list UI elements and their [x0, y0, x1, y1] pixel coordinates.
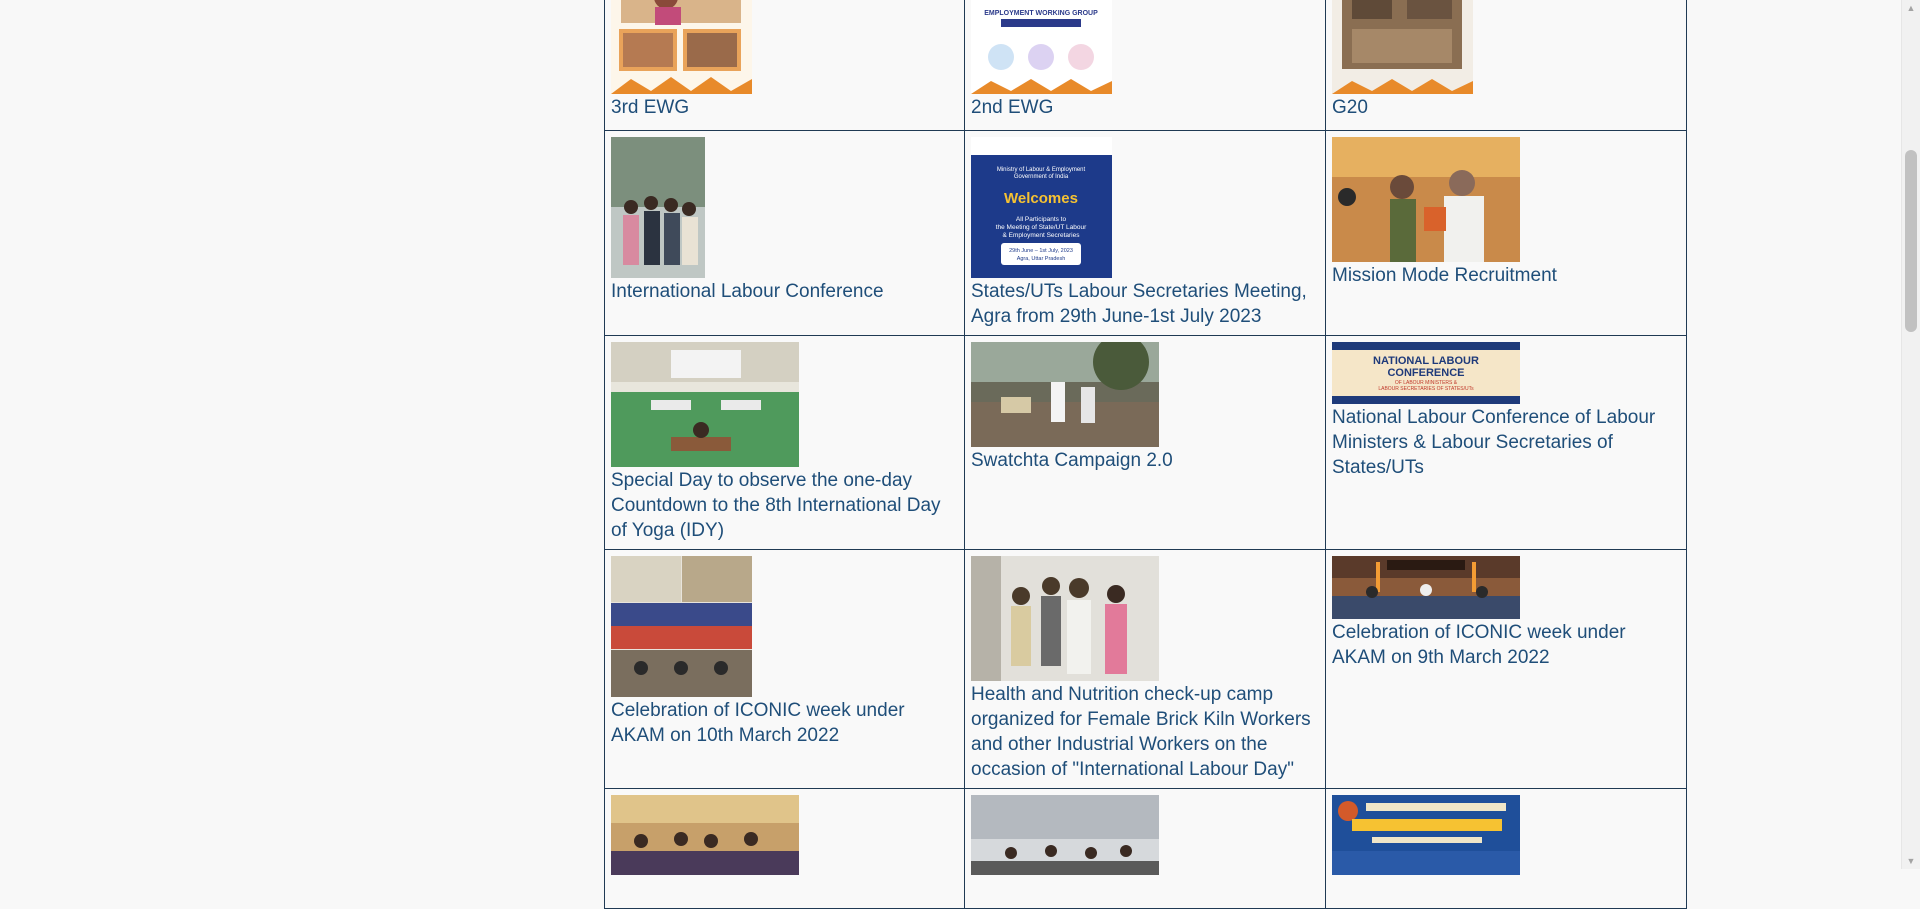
- gallery-cell: [1325, 788, 1687, 909]
- scroll-down-arrow-icon[interactable]: ▼: [1902, 853, 1920, 869]
- gallery-caption[interactable]: National Labour Conference of Labour Min…: [1332, 405, 1680, 480]
- gallery-caption[interactable]: G20: [1332, 95, 1680, 120]
- gallery-cell: [604, 788, 965, 909]
- photo-thumbnail[interactable]: [1332, 0, 1473, 94]
- gallery-cell: NATIONAL LABOUR CONFERENCE OF LABOUR MIN…: [1325, 335, 1687, 550]
- gallery-item-row5-col3[interactable]: [1332, 795, 1680, 875]
- poster-text: Ministry of Labour & Employment: [997, 167, 1086, 173]
- photo-thumbnail[interactable]: [611, 795, 799, 875]
- gallery-item-national-labour-conference[interactable]: NATIONAL LABOUR CONFERENCE OF LABOUR MIN…: [1332, 342, 1680, 480]
- banner-text: NATIONAL LABOUR: [1373, 355, 1479, 367]
- photo-thumbnail[interactable]: [971, 556, 1159, 681]
- gallery-caption[interactable]: Swatchta Campaign 2.0: [971, 448, 1319, 473]
- gallery-cell: Swatchta Campaign 2.0: [964, 335, 1326, 550]
- scroll-up-arrow-icon[interactable]: ▲: [1902, 0, 1920, 16]
- gallery-row: International Labour Conference Ministry…: [604, 130, 1687, 336]
- gallery-caption[interactable]: 3rd EWG: [611, 95, 958, 120]
- vertical-scrollbar[interactable]: ▲ ▼: [1901, 0, 1920, 869]
- gallery-caption[interactable]: Celebration of ICONIC week under AKAM on…: [611, 698, 958, 748]
- photo-thumbnail[interactable]: [1332, 137, 1520, 262]
- poster-place: Agra, Uttar Pradesh: [1017, 256, 1066, 262]
- gallery-item-row5-col1[interactable]: [611, 795, 958, 875]
- gallery-cell: International Labour Conference: [604, 130, 965, 336]
- gallery-caption[interactable]: 2nd EWG: [971, 95, 1319, 120]
- photo-thumbnail[interactable]: [971, 342, 1159, 447]
- photo-thumbnail[interactable]: [611, 342, 799, 467]
- gallery-caption[interactable]: International Labour Conference: [611, 279, 958, 304]
- banner-text: EMPLOYMENT WORKING GROUP: [984, 10, 1098, 17]
- gallery-item-international-labour-conference[interactable]: International Labour Conference: [611, 137, 958, 304]
- gallery-cell: Mission Mode Recruitment: [1325, 130, 1687, 336]
- gallery-item-states-uts-labour-secretaries-meeting[interactable]: Ministry of Labour & Employment Governme…: [971, 137, 1319, 329]
- scrollbar-thumb[interactable]: [1905, 150, 1917, 332]
- poster-date: 29th June – 1st July, 2023: [1009, 248, 1073, 254]
- photo-thumbnail[interactable]: [1332, 795, 1520, 875]
- gallery-item-international-day-of-yoga[interactable]: Special Day to observe the one-day Count…: [611, 342, 958, 543]
- photo-thumbnail[interactable]: [611, 556, 752, 697]
- gallery-caption[interactable]: Special Day to observe the one-day Count…: [611, 468, 958, 543]
- gallery-item-row5-col2[interactable]: [971, 795, 1319, 875]
- gallery-cell: 3rd EWG: [604, 0, 965, 131]
- gallery-item-health-nutrition-camp[interactable]: Health and Nutrition check-up camp organ…: [971, 556, 1319, 782]
- gallery-item-g20[interactable]: G20: [1332, 0, 1680, 120]
- gallery-item-2nd-ewg[interactable]: EMPLOYMENT WORKING GROUP 2nd EWG: [971, 0, 1319, 120]
- gallery-cell: Ministry of Labour & Employment Governme…: [964, 130, 1326, 336]
- gallery-caption[interactable]: Health and Nutrition check-up camp organ…: [971, 682, 1319, 782]
- gallery-item-mission-mode-recruitment[interactable]: Mission Mode Recruitment: [1332, 137, 1680, 288]
- photo-thumbnail[interactable]: Ministry of Labour & Employment Governme…: [971, 137, 1112, 278]
- gallery-item-iconic-week-9-march[interactable]: Celebration of ICONIC week under AKAM on…: [1332, 556, 1680, 670]
- gallery-row: Special Day to observe the one-day Count…: [604, 335, 1687, 550]
- photo-thumbnail[interactable]: [1332, 556, 1520, 619]
- poster-heading: Welcomes: [1004, 190, 1078, 207]
- gallery-cell: G20: [1325, 0, 1687, 131]
- photo-thumbnail[interactable]: NATIONAL LABOUR CONFERENCE OF LABOUR MIN…: [1332, 342, 1520, 404]
- gallery-cell: EMPLOYMENT WORKING GROUP 2nd EWG: [964, 0, 1326, 131]
- photo-thumbnail[interactable]: [611, 0, 752, 94]
- gallery-cell: Special Day to observe the one-day Count…: [604, 335, 965, 550]
- poster-text: & Employment Secretaries: [1003, 232, 1081, 239]
- poster-text: All Participants to: [1016, 216, 1067, 223]
- gallery-cell: Celebration of ICONIC week under AKAM on…: [1325, 549, 1687, 789]
- photo-thumbnail[interactable]: EMPLOYMENT WORKING GROUP: [971, 0, 1112, 94]
- gallery-cell: Celebration of ICONIC week under AKAM on…: [604, 549, 965, 789]
- poster-text: the Meeting of State/UT Labour: [996, 224, 1087, 231]
- gallery-caption[interactable]: Mission Mode Recruitment: [1332, 263, 1680, 288]
- gallery-caption[interactable]: States/UTs Labour Secretaries Meeting, A…: [971, 279, 1319, 329]
- gallery-row: 3rd EWG EMPLOYMENT WORKING GROUP 2nd EWG…: [604, 0, 1687, 131]
- photo-thumbnail[interactable]: [611, 137, 705, 278]
- gallery-item-iconic-week-10-march[interactable]: Celebration of ICONIC week under AKAM on…: [611, 556, 958, 748]
- gallery-row: [604, 788, 1687, 909]
- banner-text: CONFERENCE: [1387, 367, 1464, 379]
- banner-text: LABOUR SECRETARIES OF STATES/UTs: [1378, 386, 1474, 392]
- gallery-cell: [964, 788, 1326, 909]
- gallery-item-swatchta-campaign[interactable]: Swatchta Campaign 2.0: [971, 342, 1319, 473]
- poster-text: Government of India: [1014, 174, 1069, 180]
- photo-gallery-table: 3rd EWG EMPLOYMENT WORKING GROUP 2nd EWG…: [604, 0, 1687, 909]
- gallery-row: Celebration of ICONIC week under AKAM on…: [604, 549, 1687, 789]
- photo-thumbnail[interactable]: [971, 795, 1159, 875]
- gallery-item-3rd-ewg[interactable]: 3rd EWG: [611, 0, 958, 120]
- gallery-caption[interactable]: Celebration of ICONIC week under AKAM on…: [1332, 620, 1680, 670]
- gallery-cell: Health and Nutrition check-up camp organ…: [964, 549, 1326, 789]
